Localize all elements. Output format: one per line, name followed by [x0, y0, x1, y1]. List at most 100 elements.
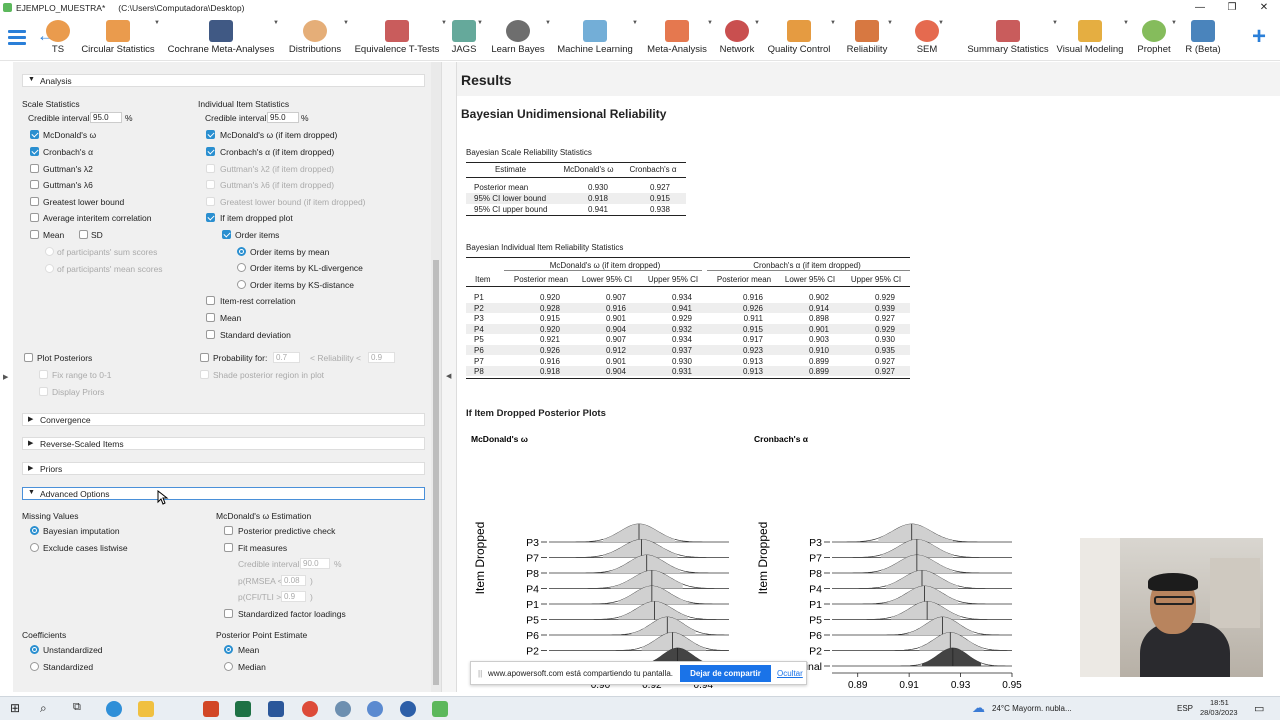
glb-checkbox[interactable]	[30, 197, 39, 206]
ribbon-item-7[interactable]: Machine Learning ▼	[556, 15, 638, 61]
standardized-radio[interactable]	[30, 662, 39, 671]
rmsea-input[interactable]: 0.08	[281, 575, 306, 586]
credible-interval-input[interactable]: 95.0	[90, 112, 122, 123]
ribbon-item-10[interactable]: Quality Control ▼	[766, 15, 836, 61]
excel-icon[interactable]	[235, 701, 251, 717]
ribbon-dropdown-icon[interactable]: ▼	[830, 20, 836, 26]
task-view-icon[interactable]: ⧉	[73, 701, 89, 717]
glb-drop-checkbox[interactable]	[206, 197, 215, 206]
ppe-median-radio[interactable]	[224, 662, 233, 671]
r-app-icon[interactable]	[367, 701, 383, 717]
std-dev-checkbox[interactable]	[206, 330, 215, 339]
maximize-button[interactable]: ❐	[1216, 2, 1248, 13]
ribbon-dropdown-icon[interactable]: ▼	[1123, 20, 1129, 26]
cronbach-checkbox[interactable]	[30, 147, 39, 156]
order-mean-radio[interactable]	[237, 247, 246, 256]
ribbon-item-8[interactable]: Meta-Analysis ▼	[645, 15, 713, 61]
expand-data-icon[interactable]: ▶	[3, 373, 8, 381]
order-items-checkbox[interactable]	[222, 230, 231, 239]
guttman2-drop-checkbox[interactable]	[206, 164, 215, 173]
display-priors-checkbox[interactable]	[39, 387, 48, 396]
sd-checkbox[interactable]	[79, 230, 88, 239]
scrollbar-thumb[interactable]	[433, 260, 439, 685]
ribbon-item-16[interactable]: R (Beta)	[1183, 15, 1223, 61]
ribbon-item-1[interactable]: Circular Statistics ▼	[80, 15, 160, 61]
start-icon[interactable]: ⊞	[10, 701, 26, 717]
hide-share-link[interactable]: Ocultar	[777, 669, 803, 678]
section-advanced-options[interactable]: ▼ Advanced Options	[22, 487, 425, 500]
ribbon-item-12[interactable]: SEM ▼	[914, 15, 944, 61]
std-loadings-checkbox[interactable]	[224, 609, 233, 618]
probability-checkbox[interactable]	[200, 353, 209, 362]
order-ks-radio[interactable]	[237, 280, 246, 289]
jasp-taskbar-icon[interactable]	[432, 701, 448, 717]
ribbon-item-9[interactable]: Network ▼	[718, 15, 760, 61]
order-kl-radio[interactable]	[237, 263, 246, 272]
add-module-icon[interactable]: +	[1252, 23, 1266, 51]
ribbon-dropdown-icon[interactable]: ▼	[1171, 20, 1177, 26]
ribbon-dropdown-icon[interactable]: ▼	[754, 20, 760, 26]
options-scrollbar[interactable]	[431, 62, 441, 692]
ppc-checkbox[interactable]	[224, 526, 233, 535]
ribbon-item-13[interactable]: Summary Statistics ▼	[962, 15, 1058, 61]
cronbach-drop-checkbox[interactable]	[206, 147, 215, 156]
ribbon-dropdown-icon[interactable]: ▼	[273, 20, 279, 26]
shade-region-checkbox[interactable]	[200, 370, 209, 379]
chrome-icon[interactable]	[302, 701, 318, 717]
fix-range-checkbox[interactable]	[39, 370, 48, 379]
language-indicator[interactable]: ESP	[1177, 704, 1193, 713]
weather-text[interactable]: 24°C Mayorm. nubla...	[992, 704, 1072, 713]
ribbon-dropdown-icon[interactable]: ▼	[545, 20, 551, 26]
ppe-mean-radio[interactable]	[224, 645, 233, 654]
item-dropped-plot-checkbox[interactable]	[206, 213, 215, 222]
mean-scores-radio[interactable]	[45, 264, 54, 273]
file-explorer-icon[interactable]	[138, 701, 154, 717]
app-icon[interactable]	[335, 701, 351, 717]
app-v-icon[interactable]	[400, 701, 416, 717]
ribbon-item-4[interactable]: Equivalence T-Tests ▼	[351, 15, 447, 61]
close-button[interactable]: ✕	[1248, 2, 1280, 13]
section-reverse-scaled[interactable]: ▶ Reverse-Scaled Items	[22, 437, 425, 450]
prob-high-input[interactable]: 0.9	[368, 352, 395, 363]
collapse-left-icon[interactable]: ◀	[446, 372, 451, 380]
minimize-button[interactable]: —	[1184, 2, 1216, 13]
ribbon-item-15[interactable]: Prophet ▼	[1135, 15, 1177, 61]
notifications-icon[interactable]: ▭	[1254, 702, 1264, 715]
share-drag-handle[interactable]: ||	[478, 669, 482, 678]
ribbon-dropdown-icon[interactable]: ▼	[343, 20, 349, 26]
edge-icon[interactable]	[106, 701, 122, 717]
ribbon-item-6[interactable]: Learn Bayes ▼	[489, 15, 551, 61]
guttman6-checkbox[interactable]	[30, 180, 39, 189]
fit-ci-input[interactable]: 90.0	[300, 558, 330, 569]
item-rest-checkbox[interactable]	[206, 296, 215, 305]
mcdonald-drop-checkbox[interactable]	[206, 130, 215, 139]
ribbon-item-14[interactable]: Visual Modeling ▼	[1055, 15, 1129, 61]
section-priors[interactable]: ▶ Priors	[22, 462, 425, 475]
menu-icon[interactable]	[8, 30, 26, 45]
guttman6-drop-checkbox[interactable]	[206, 180, 215, 189]
bayes-imputation-radio[interactable]	[30, 526, 39, 535]
ribbon-dropdown-icon[interactable]: ▼	[154, 20, 160, 26]
mcdonald-checkbox[interactable]	[30, 130, 39, 139]
mean-checkbox[interactable]	[30, 230, 39, 239]
cfi-input[interactable]: 0.9	[281, 591, 306, 602]
stop-sharing-button[interactable]: Dejar de compartir	[680, 665, 771, 682]
word-icon[interactable]	[268, 701, 284, 717]
panel-divider[interactable]: ◀	[441, 62, 457, 692]
section-analysis[interactable]: ▼ Analysis	[22, 74, 425, 87]
guttman2-checkbox[interactable]	[30, 164, 39, 173]
ribbon-dropdown-icon[interactable]: ▼	[938, 20, 944, 26]
exclude-listwise-radio[interactable]	[30, 543, 39, 552]
item-mean-checkbox[interactable]	[206, 313, 215, 322]
ribbon-item-0[interactable]: TS	[46, 15, 70, 61]
ribbon-dropdown-icon[interactable]: ▼	[707, 20, 713, 26]
avg-interitem-checkbox[interactable]	[30, 213, 39, 222]
unstandardized-radio[interactable]	[30, 645, 39, 654]
search-icon[interactable]: ⌕	[40, 701, 56, 717]
item-credible-interval-input[interactable]: 95.0	[267, 112, 299, 123]
ribbon-dropdown-icon[interactable]: ▼	[441, 20, 447, 26]
ribbon-dropdown-icon[interactable]: ▼	[632, 20, 638, 26]
fit-measures-checkbox[interactable]	[224, 543, 233, 552]
ribbon-item-5[interactable]: JAGS ▼	[449, 15, 483, 61]
ribbon-dropdown-icon[interactable]: ▼	[887, 20, 893, 26]
